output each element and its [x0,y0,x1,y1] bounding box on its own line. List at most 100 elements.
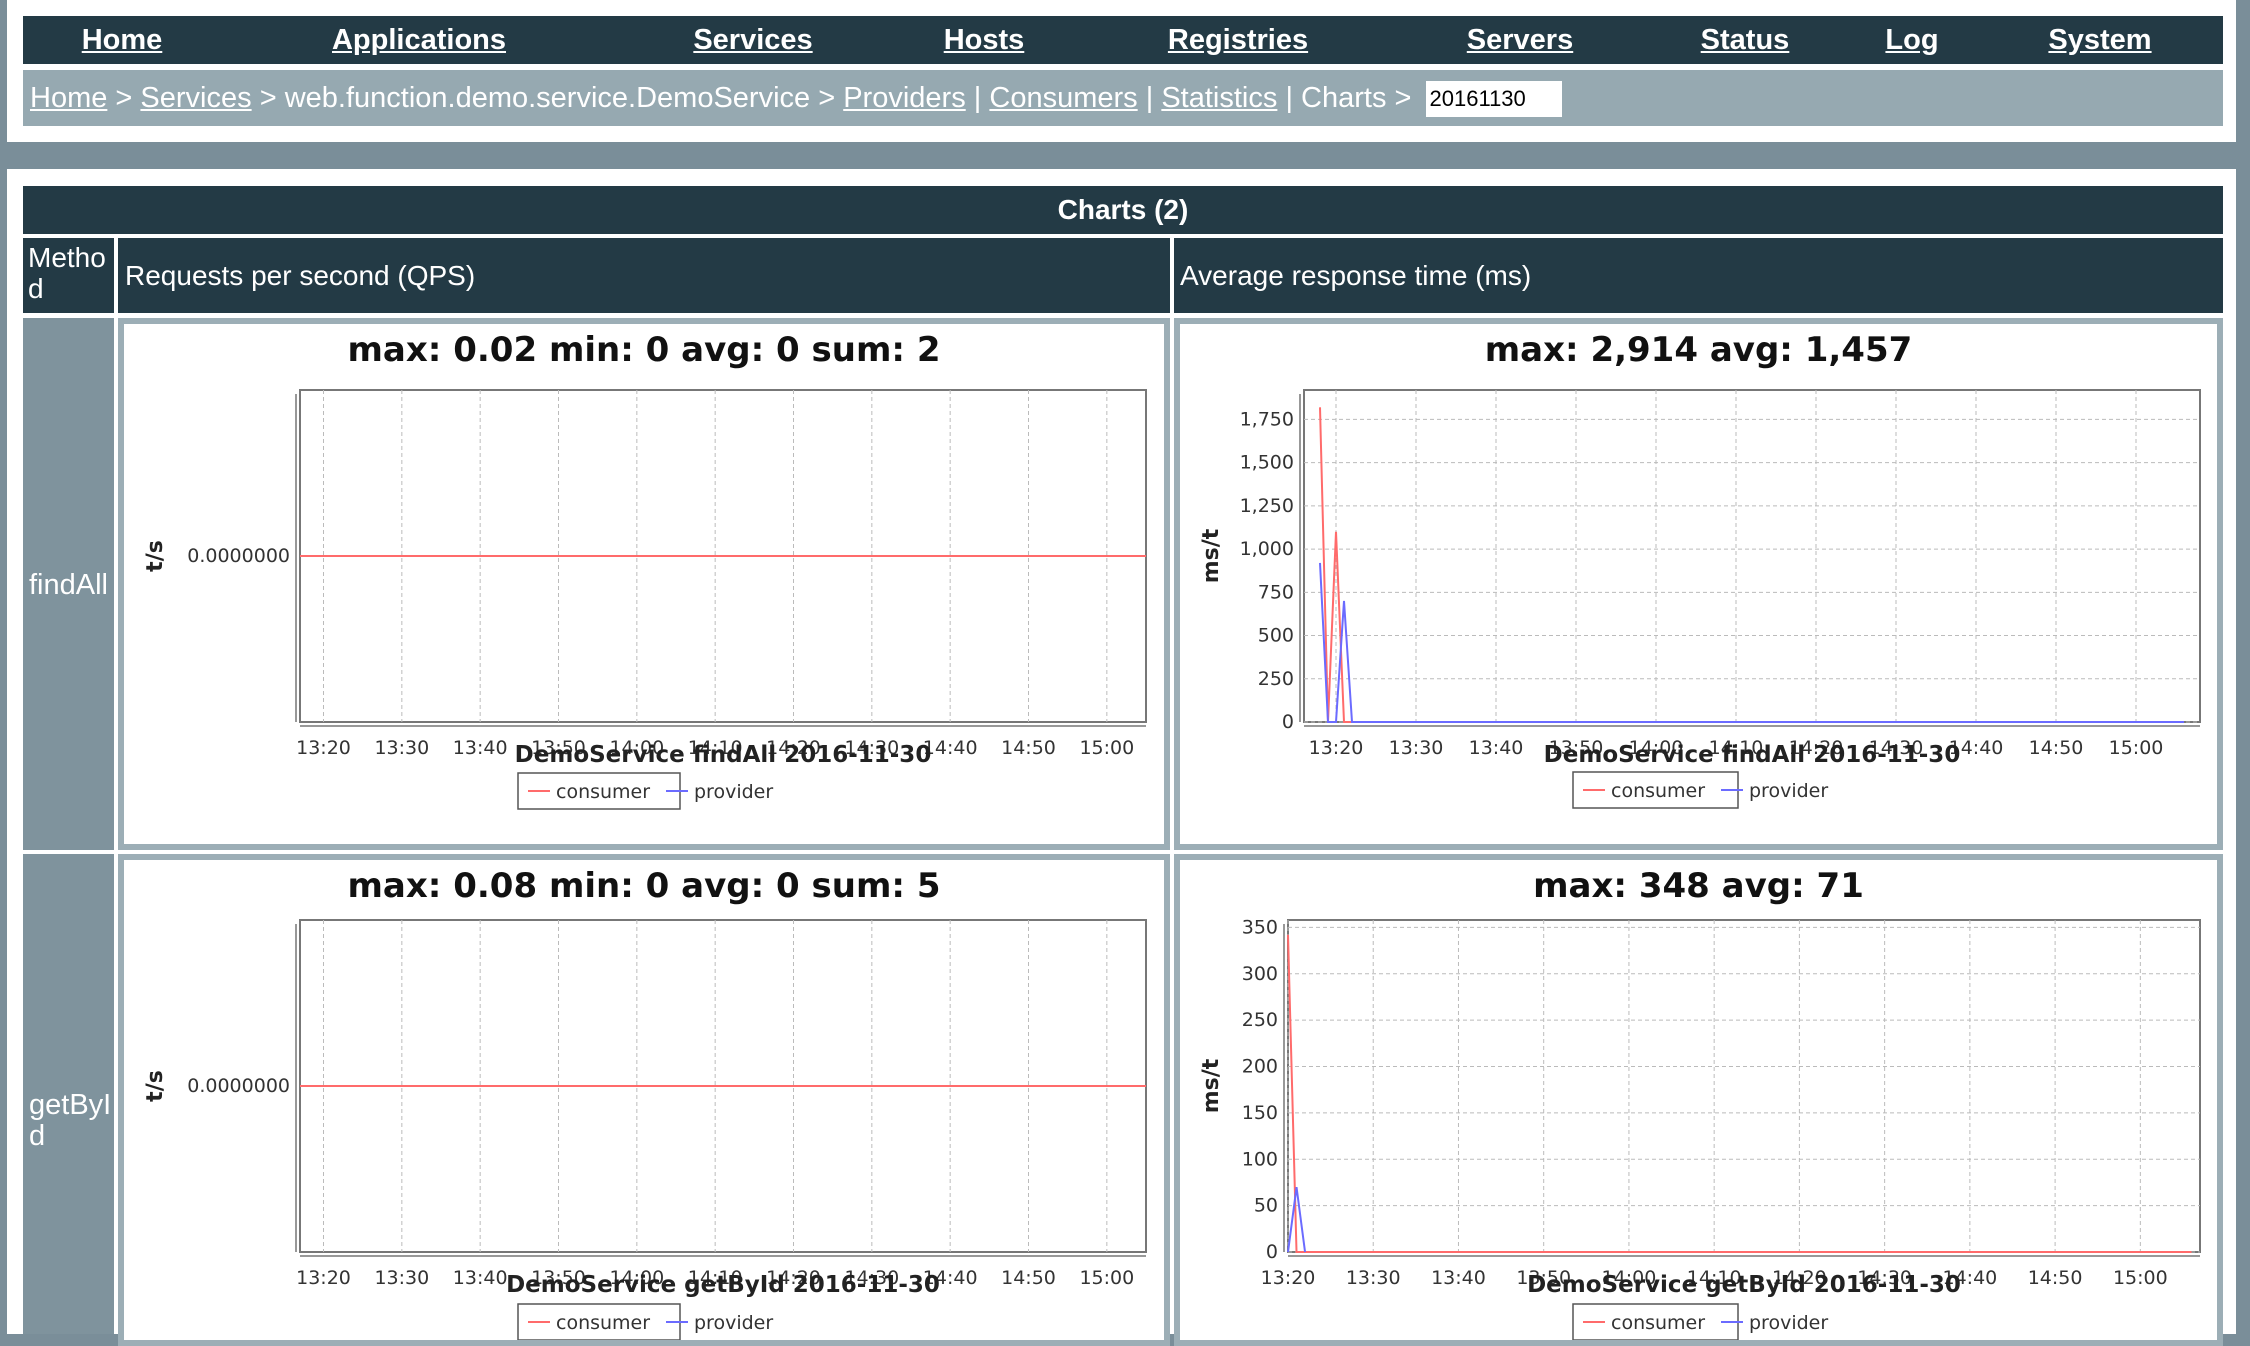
x-axis-label: DemoService getById 2016-11-30 [506,1272,940,1298]
x-tick-label: 14:50 [2028,1267,2083,1289]
qps-chart-panel: max: 0.08 min: 0 avg: 0 sum: 5 13:20 13:3… [118,854,1170,1346]
qps-chart: 13:20 13:30 13:40 13:50 14:00 14:10 14:20 14:30… [143,389,1147,810]
x-tick-label: 13:30 [1389,737,1444,759]
qps-chart-panel: max: 0.02 min: 0 avg: 0 sum: 2 13:20 13:3… [118,318,1170,850]
breadcrumb-divider: | [973,82,982,114]
breadcrumb-separator: > [115,82,133,114]
x-tick-label: 13:40 [453,737,508,759]
x-axis-label: DemoService findAll 2016-11-30 [515,742,932,768]
plot-area [1287,919,2201,1253]
y-tick-label: 1,250 [1240,495,1294,517]
y-tick-label: 0 [1282,711,1294,733]
y-axis-label: ms/t [1199,1058,1224,1113]
y-tick-label: 500 [1258,625,1294,647]
y-tick-label: 0 [1266,1241,1278,1263]
chart-frame: max: 2,914 avg: 1,457 13:20 13:30 13:40 13:… [1180,324,2217,844]
x-tick-label: 13:30 [1346,1267,1401,1289]
x-tick-label: 14:50 [1001,737,1056,759]
x-tick-label: 14:50 [2029,737,2084,759]
nav-status[interactable]: Status [1701,16,1790,64]
legend-label-provider: provider [1749,780,1828,802]
x-tick-label: 13:40 [1431,1267,1486,1289]
legend-label-consumer: consumer [556,1312,650,1334]
breadcrumb-charts: Charts [1301,82,1387,114]
x-tick-label: 13:20 [1261,1267,1316,1289]
x-tick-label: 15:00 [1079,737,1134,759]
response-time-chart: 13:20 13:30 13:40 13:50 14:00 14:10 14:20 14:30… [1199,916,2201,1340]
chart-frame: max: 348 avg: 71 13:20 13:30 13:40 13:50 14:… [1180,860,2217,1340]
y-tick-label: 350 [1242,916,1278,938]
date-input[interactable] [1425,81,1562,118]
y-tick-label: 1,000 [1240,538,1294,560]
legend-label-provider: provider [1749,1312,1828,1334]
legend-label-consumer: consumer [1611,1312,1705,1334]
breadcrumb-separator: > [818,82,836,114]
main-nav: Home Applications Services Hosts Registr… [23,16,2223,64]
method-name: findAll [29,569,108,601]
breadcrumb: Home > Services > web.function.demo.serv… [23,70,2223,126]
x-tick-label: 13:20 [296,1267,351,1289]
legend-label-provider: provider [694,781,773,803]
y-tick-label: 250 [1258,668,1294,690]
breadcrumb-services[interactable]: Services [140,82,251,114]
y-tick-label: 0.0000000 [187,1075,290,1097]
y-tick-label: 150 [1242,1102,1278,1124]
response-time-chart-panel: max: 348 avg: 71 13:20 13:30 13:40 13:50 14:… [1174,854,2223,1346]
qps-chart: 13:20 13:30 13:40 13:50 14:00 14:10 14:20 14:30… [143,919,1147,1340]
legend-label-provider: provider [694,1312,773,1334]
method-cell: findAll [23,318,114,850]
y-axis-label: t/s [143,1070,168,1102]
y-tick-label: 1,750 [1240,408,1294,430]
response-time-chart-panel: max: 2,914 avg: 1,457 13:20 13:30 13:40 13:… [1174,318,2223,850]
breadcrumb-statistics[interactable]: Statistics [1161,82,1277,114]
response-time-chart: 13:20 13:30 13:40 13:50 14:00 14:10 14:20 14:30… [1199,389,2201,809]
breadcrumb-separator: > [259,82,277,114]
chart-frame: max: 0.02 min: 0 avg: 0 sum: 2 13:20 13:3… [124,324,1164,844]
y-axis-label: ms/t [1199,528,1224,583]
method-name: getById [29,1089,112,1152]
x-tick-label: 13:40 [453,1267,508,1289]
nav-system[interactable]: System [2048,16,2151,64]
chart-frame: max: 0.08 min: 0 avg: 0 sum: 5 13:20 13:3… [124,860,1164,1340]
y-tick-label: 200 [1242,1056,1278,1078]
x-axis-label: DemoService getById 2016-11-30 [1527,1272,1961,1298]
x-tick-label: 14:50 [1001,1267,1056,1289]
nav-home[interactable]: Home [82,16,163,64]
nav-hosts[interactable]: Hosts [944,16,1025,64]
breadcrumb-separator: > [1394,82,1412,114]
legend-label-consumer: consumer [1611,780,1705,802]
nav-registries[interactable]: Registries [1168,16,1308,64]
y-tick-label: 300 [1242,963,1278,985]
y-tick-label: 100 [1242,1148,1278,1170]
charts-table-title: Charts (2) [23,186,2223,234]
y-tick-label: 50 [1254,1195,1278,1217]
legend-label-consumer: consumer [556,781,650,803]
x-tick-label: 15:00 [2113,1267,2168,1289]
x-tick-label: 13:30 [374,1267,429,1289]
x-tick-label: 13:20 [296,737,351,759]
y-tick-label: 250 [1242,1009,1278,1031]
breadcrumb-divider: | [1285,82,1293,114]
method-cell: getById [23,854,114,1334]
y-tick-label: 750 [1258,581,1294,603]
x-tick-label: 15:00 [1079,1267,1134,1289]
nav-services[interactable]: Services [693,16,812,64]
x-axis-label: DemoService findAll 2016-11-30 [1544,742,1961,768]
column-header-method: Metho d [23,238,114,313]
breadcrumb-divider: | [1145,82,1154,114]
y-tick-label: 1,500 [1240,452,1294,474]
x-tick-label: 13:30 [374,737,429,759]
breadcrumb-consumers[interactable]: Consumers [989,82,1137,114]
x-tick-label: 13:40 [1469,737,1524,759]
y-axis-label: t/s [143,540,168,572]
y-tick-label: 0.0000000 [187,545,290,567]
plot-area [1303,389,2201,723]
breadcrumb-providers[interactable]: Providers [843,82,966,114]
column-header-qps: Requests per second (QPS) [118,238,1170,313]
nav-log[interactable]: Log [1885,16,1938,64]
x-tick-label: 15:00 [2109,737,2164,759]
nav-applications[interactable]: Applications [332,16,506,64]
column-header-response-time: Average response time (ms) [1174,238,2223,313]
breadcrumb-home[interactable]: Home [30,82,107,114]
nav-servers[interactable]: Servers [1467,16,1573,64]
